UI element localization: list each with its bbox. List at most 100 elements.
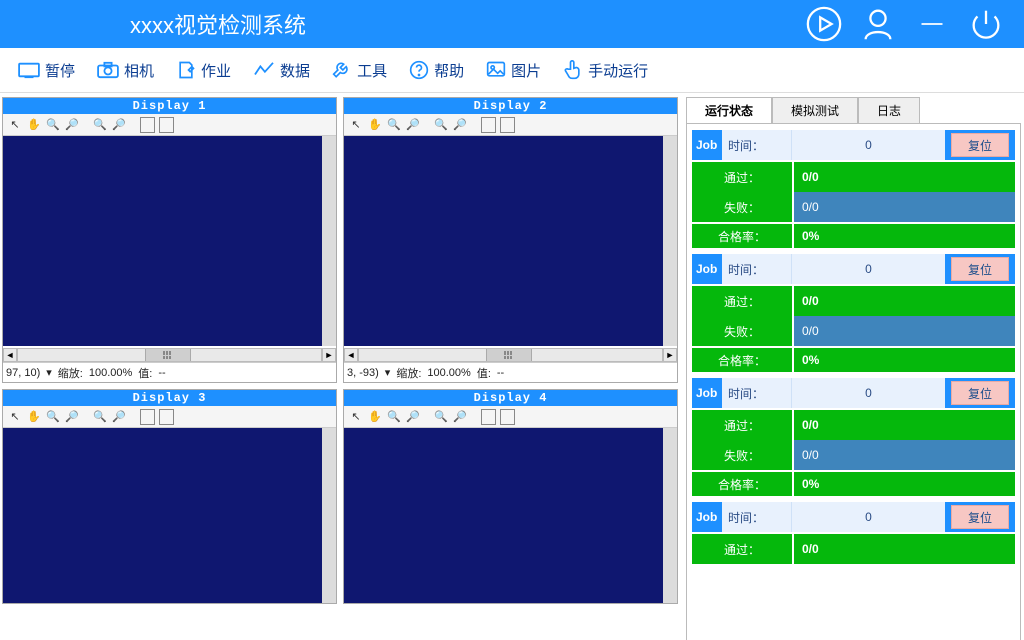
zoom-out-icon[interactable]: 🔎 bbox=[452, 409, 468, 425]
display-title: Display 3 bbox=[3, 390, 336, 406]
display-toolbar: ↖ ✋ 🔍 🔎 🔍 🔎 bbox=[344, 114, 677, 136]
data-button[interactable]: 数据 bbox=[247, 56, 316, 85]
rate-label: 合格率： bbox=[692, 224, 792, 248]
zoom-in-icon[interactable]: 🔍 bbox=[433, 409, 449, 425]
display-toolbar: ↖ ✋ 🔍 🔎 🔍 🔎 bbox=[3, 114, 336, 136]
display-title: Display 2 bbox=[344, 98, 677, 114]
grid-icon[interactable] bbox=[480, 117, 496, 133]
help-button[interactable]: 帮助 bbox=[403, 56, 470, 85]
scroll-right-icon[interactable]: ► bbox=[663, 348, 677, 362]
vertical-scrollbar[interactable] bbox=[663, 136, 677, 346]
display-panel-3: Display 3 ↖ ✋ 🔍 🔎 🔍 🔎 bbox=[2, 389, 337, 604]
tab-simulate[interactable]: 模拟测试 bbox=[772, 97, 858, 123]
zoom-out-icon[interactable]: 🔎 bbox=[64, 117, 80, 133]
reset-button[interactable]: 复位 bbox=[951, 381, 1009, 405]
scroll-left-icon[interactable]: ◄ bbox=[344, 348, 358, 362]
zoom-in-icon[interactable]: 🔍 bbox=[45, 117, 61, 133]
main-area: Display 1 ↖ ✋ 🔍 🔎 🔍 🔎 ◄ ► bbox=[0, 93, 1024, 640]
display-canvas[interactable] bbox=[344, 428, 677, 603]
main-toolbar: 暂停 相机 作业 数据 工具 帮助 图片 手动运行 bbox=[0, 48, 1024, 93]
job-block: Job 时间： 0 复位 通过：0/0 失败：0/0 合格率：0% bbox=[692, 130, 1015, 248]
display-canvas[interactable] bbox=[344, 136, 677, 346]
app-title: xxxx视觉检测系统 bbox=[130, 8, 306, 40]
zoom-out-icon[interactable]: 🔎 bbox=[405, 117, 421, 133]
display-statusbar: 3, -93)▾ 缩放:100.00% 值:-- bbox=[344, 362, 677, 382]
zoom-out-icon[interactable]: 🔎 bbox=[111, 409, 127, 425]
grid-icon[interactable] bbox=[480, 409, 496, 425]
hand-icon[interactable]: ✋ bbox=[367, 409, 383, 425]
display-toolbar: ↖ ✋ 🔍 🔎 🔍 🔎 bbox=[344, 406, 677, 428]
zoom-out-icon[interactable]: 🔎 bbox=[452, 117, 468, 133]
manual-run-button[interactable]: 手动运行 bbox=[557, 55, 654, 85]
camera-button[interactable]: 相机 bbox=[91, 56, 160, 85]
pointer-icon[interactable]: ↖ bbox=[348, 409, 364, 425]
zoom-in-icon[interactable]: 🔍 bbox=[386, 409, 402, 425]
grid-icon[interactable] bbox=[139, 117, 155, 133]
right-tabs: 运行状态 模拟测试 日志 bbox=[686, 97, 1021, 123]
zoom-in-icon[interactable]: 🔍 bbox=[45, 409, 61, 425]
display-canvas[interactable] bbox=[3, 428, 336, 603]
job-prefix: Job bbox=[692, 138, 722, 152]
pointer-icon[interactable]: ↖ bbox=[7, 409, 23, 425]
display-canvas[interactable] bbox=[3, 136, 336, 346]
time-value: 0 bbox=[792, 130, 945, 160]
reset-button[interactable]: 复位 bbox=[951, 257, 1009, 281]
user-icon[interactable] bbox=[858, 4, 898, 44]
zoom-in-icon[interactable]: 🔍 bbox=[386, 117, 402, 133]
tab-status[interactable]: 运行状态 bbox=[686, 97, 772, 123]
display-panel-2: Display 2 ↖ ✋ 🔍 🔎 🔍 🔎 ◄ ► bbox=[343, 97, 678, 383]
hand-icon[interactable]: ✋ bbox=[26, 117, 42, 133]
vertical-scrollbar[interactable] bbox=[322, 136, 336, 346]
pass-label: 通过： bbox=[692, 162, 792, 192]
zoom-in-icon[interactable]: 🔍 bbox=[92, 117, 108, 133]
horizontal-scrollbar[interactable]: ◄ ► bbox=[3, 348, 336, 362]
fail-label: 失败： bbox=[692, 192, 792, 222]
job-block: Job 时间： 0 复位 通过：0/0 失败：0/0 合格率：0% bbox=[692, 254, 1015, 372]
reset-button[interactable]: 复位 bbox=[951, 505, 1009, 529]
display-title: Display 4 bbox=[344, 390, 677, 406]
reset-button[interactable]: 复位 bbox=[951, 133, 1009, 157]
minimize-icon[interactable] bbox=[912, 4, 952, 44]
vertical-scrollbar[interactable] bbox=[322, 428, 336, 603]
zoom-out-icon[interactable]: 🔎 bbox=[111, 117, 127, 133]
dots-icon[interactable] bbox=[499, 409, 515, 425]
zoom-out-icon[interactable]: 🔎 bbox=[64, 409, 80, 425]
rate-value: 0% bbox=[792, 224, 1015, 248]
header-icons bbox=[804, 4, 1006, 44]
tab-log[interactable]: 日志 bbox=[858, 97, 920, 123]
dots-icon[interactable] bbox=[499, 117, 515, 133]
app-header: xxxx视觉检测系统 bbox=[0, 0, 1024, 48]
play-icon[interactable] bbox=[804, 4, 844, 44]
pass-value: 0/0 bbox=[792, 162, 1015, 192]
fail-value: 0/0 bbox=[792, 192, 1015, 222]
display-grid: Display 1 ↖ ✋ 🔍 🔎 🔍 🔎 ◄ ► bbox=[0, 93, 680, 640]
pointer-icon[interactable]: ↖ bbox=[7, 117, 23, 133]
display-panel-1: Display 1 ↖ ✋ 🔍 🔎 🔍 🔎 ◄ ► bbox=[2, 97, 337, 383]
grid-icon[interactable] bbox=[139, 409, 155, 425]
scroll-left-icon[interactable]: ◄ bbox=[3, 348, 17, 362]
display-toolbar: ↖ ✋ 🔍 🔎 🔍 🔎 bbox=[3, 406, 336, 428]
vertical-scrollbar[interactable] bbox=[663, 428, 677, 603]
dots-icon[interactable] bbox=[158, 117, 174, 133]
pause-button[interactable]: 暂停 bbox=[12, 56, 81, 85]
time-label: 时间： bbox=[722, 130, 792, 160]
job-block: Job 时间： 0 复位 通过：0/0 失败：0/0 合格率：0% bbox=[692, 378, 1015, 496]
power-icon[interactable] bbox=[966, 4, 1006, 44]
display-statusbar: 97, 10)▾ 缩放:100.00% 值:-- bbox=[3, 362, 336, 382]
horizontal-scrollbar[interactable]: ◄ ► bbox=[344, 348, 677, 362]
zoom-out-icon[interactable]: 🔎 bbox=[405, 409, 421, 425]
right-panel: 运行状态 模拟测试 日志 Job 时间： 0 复位 通过：0/0 失败：0/0 … bbox=[680, 93, 1024, 640]
tool-button[interactable]: 工具 bbox=[326, 56, 393, 85]
scroll-right-icon[interactable]: ► bbox=[322, 348, 336, 362]
display-title: Display 1 bbox=[3, 98, 336, 114]
pointer-icon[interactable]: ↖ bbox=[348, 117, 364, 133]
image-button[interactable]: 图片 bbox=[480, 56, 547, 85]
status-panel: Job 时间： 0 复位 通过：0/0 失败：0/0 合格率：0% Job 时间… bbox=[686, 123, 1021, 640]
display-panel-4: Display 4 ↖ ✋ 🔍 🔎 🔍 🔎 bbox=[343, 389, 678, 604]
job-button[interactable]: 作业 bbox=[170, 56, 237, 85]
zoom-in-icon[interactable]: 🔍 bbox=[92, 409, 108, 425]
hand-icon[interactable]: ✋ bbox=[367, 117, 383, 133]
dots-icon[interactable] bbox=[158, 409, 174, 425]
zoom-in-icon[interactable]: 🔍 bbox=[433, 117, 449, 133]
hand-icon[interactable]: ✋ bbox=[26, 409, 42, 425]
